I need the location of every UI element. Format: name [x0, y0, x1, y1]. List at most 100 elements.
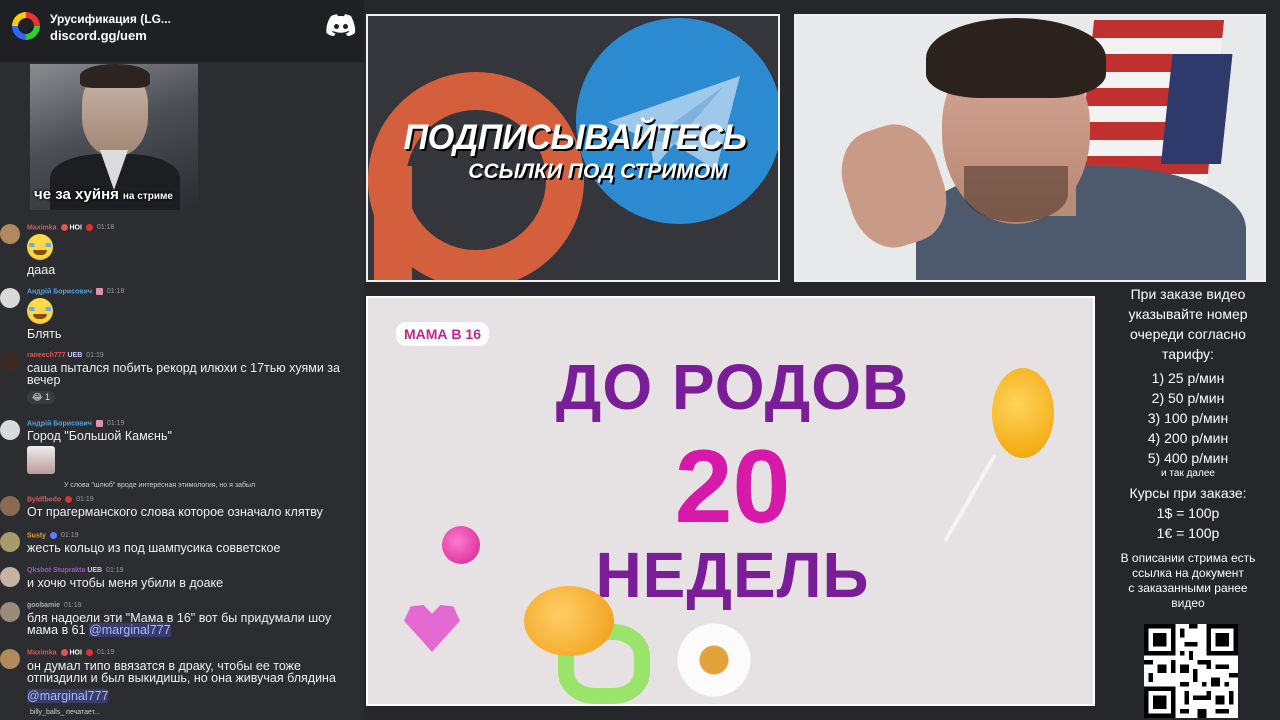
gif-figure-hair [80, 64, 150, 88]
info-intro-line: очереди согласно [1130, 326, 1246, 342]
role-badge [95, 420, 103, 427]
message-text: жесть кольцо из под шампусика совветское [27, 541, 281, 555]
badge-label: HOI [69, 224, 82, 232]
info-outro-line: с заказанными ранее [1128, 581, 1248, 595]
role-badge [95, 288, 103, 295]
message-meta: raneech777 UEB 01:19 [27, 352, 104, 359]
typing-indicator: billy_balls_ печатает... [30, 709, 100, 716]
server-name: Урусификация (LG... [50, 12, 171, 26]
laughing-emoji-icon [27, 298, 53, 324]
qr-code-icon[interactable] [1144, 624, 1238, 718]
status-badge [85, 649, 93, 656]
courses-title: Курсы при заказе: [1129, 485, 1247, 501]
message-text-part: мама в 61 [27, 623, 86, 637]
tariff-etc: и так далее [1161, 468, 1215, 479]
info-intro-line: указывайте номер [1128, 306, 1248, 322]
message-meta: goobamie 01:19 [27, 602, 82, 609]
promo-title: ПОДПИСЫВАЙТЕСЬ [403, 118, 747, 157]
message-text: Город "Большой Камєнь" [27, 429, 172, 443]
message-meta: Андрій Борисович 01:18 [27, 288, 124, 295]
username[interactable]: Qksbot Stuprakta [27, 567, 85, 574]
reply-text: У слова "шлюб" вроде интересная этимолог… [64, 482, 256, 489]
info-outro-line: ссылка на документ [1132, 566, 1244, 580]
subscribe-promo-panel: ПОДПИСЫВАЙТЕСЬ ССЫЛКИ ПОД СТРИМОМ [366, 14, 780, 282]
user-mention[interactable]: @marginal777 [89, 623, 171, 637]
user-avatar[interactable] [0, 288, 20, 308]
message-text: он думал типо ввязатся в драку, чтобы ее… [27, 660, 336, 703]
timestamp: 01:19 [76, 496, 94, 504]
info-intro-line: При заказе видео [1130, 286, 1246, 302]
user-mention[interactable]: @marginal777 [27, 689, 109, 703]
message-meta: Byldfbedo 01:19 [27, 496, 94, 503]
username[interactable]: Byldfbedo [27, 496, 61, 503]
laughing-emoji-icon [27, 234, 53, 260]
tariff-item: 1) 25 р/мин [1151, 370, 1225, 386]
message-text-line: @marginal777 [27, 689, 336, 703]
video-title-line1: ДО РОДОВ [555, 351, 910, 423]
server-icon [12, 12, 40, 40]
message-text: саша пытался побить рекорд илюхи с 17тью… [27, 361, 340, 387]
message-meta: Андрій Борисович 01:19 [27, 420, 124, 427]
sticker-image [27, 446, 55, 474]
rate-item: 1€ = 100р [1156, 525, 1220, 541]
reaction-chip[interactable]: 😂 1 [27, 391, 56, 404]
tariff-item: 2) 50 р/мин [1151, 390, 1225, 406]
discord-chat-panel: Урусификация (LG... discord.gg/uem че за… [0, 0, 364, 720]
message-text: бля надоели эти "Мама в 16" вот бы приду… [27, 612, 331, 637]
username[interactable]: Maximka [27, 649, 57, 656]
tariff-item: 3) 100 р/мин [1147, 410, 1229, 426]
message-text: От прагерманского слова которое означало… [27, 505, 323, 519]
username[interactable]: Susty [27, 532, 46, 539]
user-avatar[interactable] [0, 567, 20, 587]
reaction-gif: че за хуйня на стриме [30, 64, 198, 210]
discord-icon [326, 14, 356, 36]
promo-subtitle: ССЫЛКИ ПОД СТРИМОМ [468, 160, 728, 183]
username[interactable]: goobamie [27, 602, 60, 609]
username[interactable]: Maximka [27, 224, 57, 231]
user-avatar[interactable] [0, 420, 20, 440]
status-badge [85, 224, 93, 231]
video-player[interactable]: МАМА В 16 ДО РОДОВ 20 НЕДЕЛЬ [366, 296, 1095, 706]
user-avatar[interactable] [0, 224, 20, 244]
info-outro-line: видео [1171, 596, 1205, 610]
message-text: дааа [27, 263, 56, 277]
timestamp: 01:19 [96, 649, 115, 657]
message-text-line: мама в 61 @marginal777 [27, 623, 331, 637]
username[interactable]: raneech777 [27, 352, 66, 359]
badge-label: UEB [67, 352, 83, 359]
gif-caption-main: че за хуйня [34, 186, 119, 203]
rate-item: 1$ = 100р [1156, 505, 1220, 521]
user-avatar[interactable] [0, 602, 20, 622]
message-meta: Qksbot Stuprakta UEB 01:19 [27, 567, 124, 574]
message-meta: Maximka HOI 01:19 [27, 649, 114, 656]
gif-caption: че за хуйня на стриме [34, 186, 173, 204]
message-meta: Maximka HOI 01:18 [27, 224, 114, 231]
username[interactable]: Андрій Борисович [27, 420, 92, 427]
timestamp: 01:19 [106, 567, 124, 574]
user-avatar[interactable] [0, 532, 20, 552]
badge-label: UEB [87, 567, 103, 574]
role-badge [60, 649, 68, 656]
pink-lollipop [442, 526, 480, 564]
user-avatar[interactable] [0, 496, 20, 516]
status-badge [65, 496, 73, 503]
pacifier-nipple [524, 586, 614, 656]
user-avatar[interactable] [0, 352, 20, 372]
person-hair [926, 18, 1106, 98]
order-info-panel: При заказе видео указывайте номер очеред… [1098, 284, 1278, 720]
show-logo-badge: МАМА В 16 [396, 322, 490, 346]
chat-header: Урусификация (LG... discord.gg/uem [0, 0, 364, 62]
tariff-item: 5) 400 р/мин [1147, 450, 1229, 466]
person-beard [964, 166, 1068, 222]
timestamp: 01:19 [106, 420, 125, 428]
daisy-flower [674, 620, 754, 700]
timestamp: 01:19 [86, 352, 104, 359]
timestamp: 01:18 [96, 224, 115, 232]
role-badge [60, 224, 68, 231]
message-text-line: отпиздили и был выкидишь, но она живучая… [27, 671, 336, 685]
user-avatar[interactable] [0, 649, 20, 669]
username[interactable]: Андрій Борисович [27, 288, 92, 295]
message-text: Блять [27, 327, 62, 341]
badge-label: HOI [69, 649, 82, 657]
timestamp: 01:18 [106, 288, 125, 296]
